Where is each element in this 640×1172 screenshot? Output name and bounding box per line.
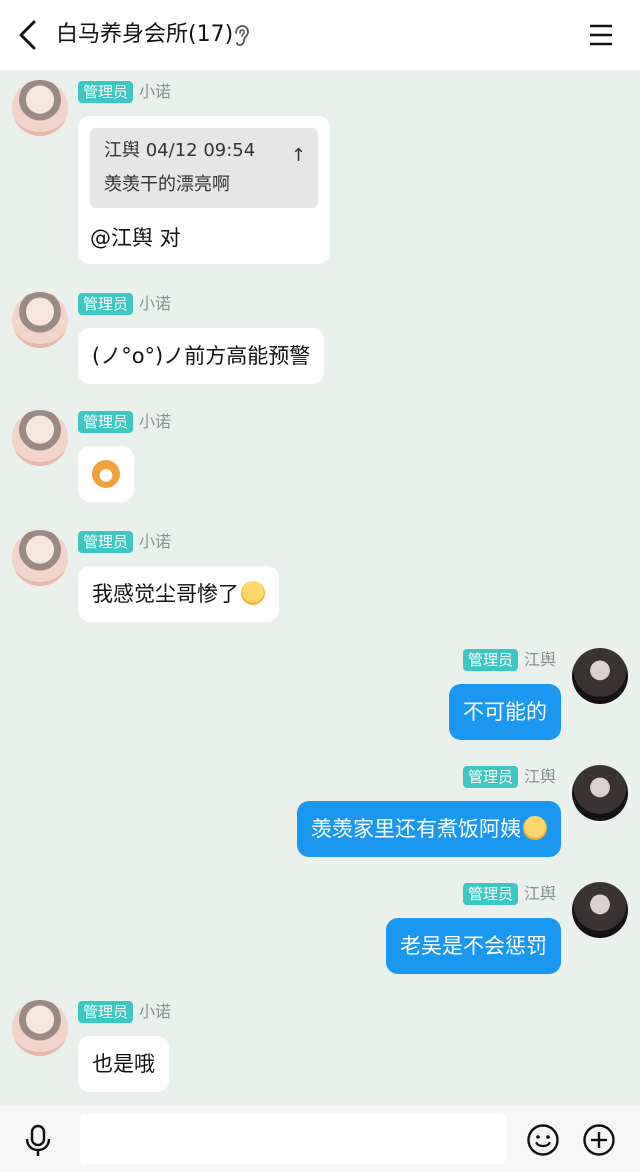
- back-arrow-icon[interactable]: [14, 18, 44, 52]
- avatar[interactable]: [572, 882, 628, 938]
- chat-screen: 白马养身会所(17) 管理员 小诺 江舆 04/12 09:54 羡羡干的漂亮啊…: [0, 0, 640, 1172]
- message-bubble[interactable]: (ノ°o°)ノ前方高能预警: [78, 328, 325, 384]
- message-bubble[interactable]: [78, 446, 134, 502]
- microphone-icon[interactable]: [24, 1124, 52, 1158]
- admin-badge: 管理员: [462, 766, 518, 788]
- message-bubble[interactable]: 老吴是不会惩罚: [386, 918, 561, 974]
- ear-icon: [235, 25, 249, 46]
- shy-smile-emoji-icon: [241, 581, 265, 605]
- admin-badge: 管理员: [78, 411, 134, 433]
- sender-meta: 管理员 小诺: [78, 1000, 171, 1024]
- emoji-icon[interactable]: [526, 1123, 560, 1157]
- avatar[interactable]: [12, 292, 68, 348]
- chat-header: 白马养身会所(17): [0, 0, 640, 70]
- message-text: 我感觉尘哥惨了: [92, 582, 239, 606]
- quoted-message[interactable]: 江舆 04/12 09:54 羡羡干的漂亮啊 ↑: [90, 128, 318, 208]
- message-item: 管理员 小诺 (ノ°o°)ノ前方高能预警: [0, 292, 640, 388]
- sender-name: 小诺: [139, 532, 172, 551]
- message-bubble[interactable]: 江舆 04/12 09:54 羡羡干的漂亮啊 ↑ @江舆 对: [78, 116, 330, 264]
- message-text: @江舆 对: [90, 226, 181, 250]
- sender-name: 小诺: [139, 1002, 172, 1021]
- admin-badge: 管理员: [78, 81, 134, 103]
- message-item: 管理员 江舆 羡羡家里还有煮饭阿姨: [0, 765, 640, 861]
- message-item: 管理员 小诺 也是哦: [0, 1000, 640, 1096]
- message-text: (ノ°o°)ノ前方高能预警: [92, 344, 311, 368]
- avatar[interactable]: [572, 765, 628, 821]
- message-text: 老吴是不会惩罚: [400, 934, 547, 958]
- message-text: 不可能的: [463, 700, 547, 724]
- sender-meta: 管理员 江舆: [462, 648, 556, 672]
- yum-emoji-icon: [523, 816, 547, 840]
- message-item: 管理员 小诺 江舆 04/12 09:54 羡羡干的漂亮啊 ↑ @江舆 对: [0, 80, 640, 270]
- quote-author-time: 江舆 04/12 09:54: [104, 140, 256, 161]
- shiba-dog-sticker-icon: [92, 460, 120, 488]
- sender-name: 江舆: [523, 650, 556, 669]
- message-bubble[interactable]: 我感觉尘哥惨了: [78, 566, 279, 622]
- avatar[interactable]: [12, 410, 68, 466]
- sender-meta: 管理员 小诺: [78, 410, 171, 434]
- sender-meta: 管理员 江舆: [462, 882, 556, 906]
- input-bar: [0, 1106, 640, 1172]
- sender-name: 江舆: [523, 884, 556, 903]
- admin-badge: 管理员: [462, 883, 518, 905]
- sender-meta: 管理员 江舆: [462, 765, 556, 789]
- avatar[interactable]: [12, 1000, 68, 1056]
- message-text: 羡羡家里还有煮饭阿姨: [311, 817, 521, 841]
- message-bubble[interactable]: 羡羡家里还有煮饭阿姨: [297, 801, 561, 857]
- sender-meta: 管理员 小诺: [78, 530, 171, 554]
- avatar[interactable]: [12, 80, 68, 136]
- message-bubble[interactable]: 不可能的: [449, 684, 561, 740]
- avatar[interactable]: [12, 530, 68, 586]
- sender-meta: 管理员 小诺: [78, 292, 171, 316]
- sender-name: 小诺: [139, 82, 172, 101]
- admin-badge: 管理员: [78, 531, 134, 553]
- sender-name: 小诺: [139, 412, 172, 431]
- message-input[interactable]: [80, 1114, 506, 1164]
- group-title[interactable]: 白马养身会所(17): [56, 20, 233, 50]
- add-icon[interactable]: [582, 1123, 616, 1157]
- sender-meta: 管理员 小诺: [78, 80, 171, 104]
- message-item: 管理员 江舆 老吴是不会惩罚: [0, 882, 640, 978]
- message-item: 管理员 小诺 我感觉尘哥惨了: [0, 530, 640, 626]
- admin-badge: 管理员: [78, 293, 134, 315]
- quote-text: 羡羡干的漂亮啊: [104, 174, 230, 195]
- admin-badge: 管理员: [78, 1001, 134, 1023]
- message-bubble[interactable]: 也是哦: [78, 1036, 169, 1092]
- avatar[interactable]: [572, 648, 628, 704]
- message-item: 管理员 小诺: [0, 410, 640, 510]
- menu-icon[interactable]: [588, 22, 614, 48]
- sender-name: 江舆: [523, 767, 556, 786]
- message-item: 管理员 江舆 不可能的: [0, 648, 640, 744]
- jump-to-quote-icon[interactable]: ↑: [291, 142, 306, 170]
- sender-name: 小诺: [139, 294, 172, 313]
- message-text: 也是哦: [92, 1052, 155, 1076]
- admin-badge: 管理员: [462, 649, 518, 671]
